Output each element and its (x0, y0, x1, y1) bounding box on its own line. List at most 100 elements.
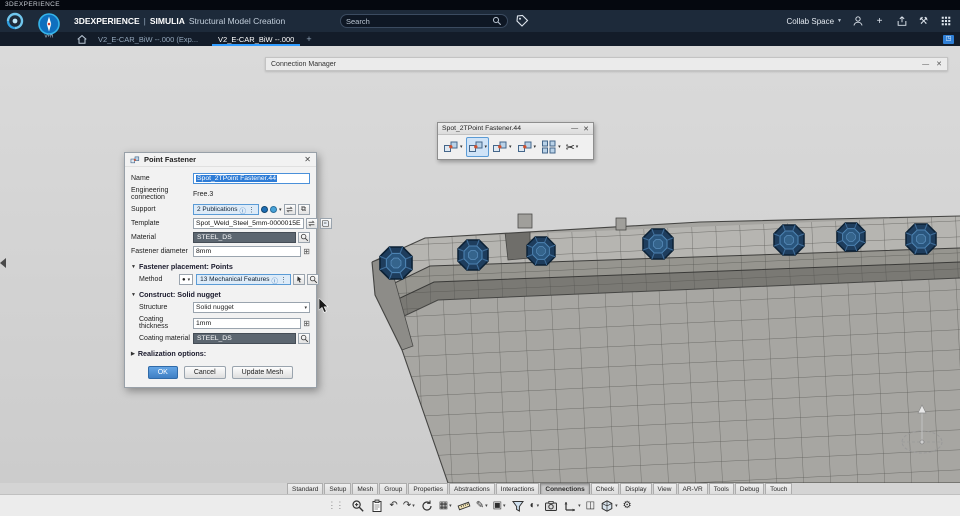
coating-material-chip[interactable]: STEEL_DS (193, 333, 296, 344)
document-tab-inactive[interactable]: V2_E-CAR_BiW --.000 (Exp... (88, 32, 208, 46)
coating-material-search-button[interactable] (298, 333, 310, 344)
zoom-area-icon[interactable] (350, 497, 366, 514)
line-fastener-button[interactable]: ▾ (490, 137, 514, 157)
support-chip[interactable]: 2 Publications ⓘ ⋮ (193, 204, 259, 215)
table-view-icon[interactable]: ▦▾ (438, 497, 453, 514)
annotate-icon[interactable]: ✎▾ (475, 497, 489, 514)
document-tab-active[interactable]: V2_E-CAR_BiW --.000 (208, 32, 304, 46)
tab-display[interactable]: Display (620, 483, 651, 494)
3ds-logo-icon[interactable] (4, 11, 26, 31)
support-swatch-icon[interactable] (261, 206, 268, 213)
tab-mesh[interactable]: Mesh (352, 483, 378, 494)
tab-properties[interactable]: Properties (408, 483, 448, 494)
frame-icon[interactable]: ▣▾ (492, 497, 507, 514)
fastener-point[interactable] (774, 225, 804, 255)
share-icon[interactable] (895, 15, 908, 28)
fastener-point[interactable] (527, 237, 555, 265)
app-grid-icon[interactable] (939, 15, 952, 28)
support-options-button[interactable]: ⧉ (298, 204, 310, 215)
panel-expand-arrow-icon[interactable] (0, 258, 6, 268)
3d-viewport[interactable] (330, 200, 960, 483)
tag-icon[interactable] (515, 14, 529, 28)
fastener-point[interactable] (906, 224, 936, 254)
point-fastener-active-button[interactable]: ▾ (466, 137, 490, 157)
user-avatar-icon[interactable] (851, 15, 864, 28)
render-style-icon[interactable]: ◐▾ (529, 497, 541, 514)
select-pointer-button[interactable] (293, 274, 305, 285)
settings-icon[interactable]: ⚙ (622, 497, 633, 514)
point-fastener-type-button[interactable]: ▾ (441, 137, 465, 157)
more-icon[interactable]: ⋮ (248, 206, 255, 214)
layout-pin-icon[interactable]: ◳ (943, 35, 954, 44)
weld-tab[interactable] (616, 218, 626, 230)
tab-check[interactable]: Check (591, 483, 619, 494)
tab-ar-vr[interactable]: AR-VR (678, 483, 708, 494)
global-search[interactable] (340, 14, 508, 28)
construct-section-header[interactable]: ▼ Construct: Solid nugget (131, 290, 310, 299)
fastener-point[interactable] (458, 240, 488, 270)
formula-icon[interactable]: ⊞ (303, 319, 310, 328)
tab-group[interactable]: Group (379, 483, 407, 494)
fastener-point[interactable] (643, 229, 673, 259)
chevron-down-icon[interactable]: ▾ (279, 207, 282, 213)
dialog-titlebar[interactable]: Point Fastener ✕ (125, 153, 316, 167)
compass-logo-icon[interactable]: V+R (36, 12, 62, 38)
weld-tab[interactable] (518, 214, 532, 228)
method-features-chip[interactable]: 13 Mechanical Features ⓘ ⋮ (196, 274, 291, 285)
home-icon[interactable] (76, 33, 88, 45)
material-search-button[interactable] (298, 232, 310, 243)
tab-view[interactable]: View (653, 483, 677, 494)
fastener-toolbar-titlebar[interactable]: Spot_2TPoint Fastener.44 — ✕ (438, 123, 593, 135)
tab-abstractions[interactable]: Abstractions (449, 483, 495, 494)
toolbar-grip-handle[interactable]: ⋮⋮ (327, 500, 343, 511)
paste-icon[interactable] (369, 497, 385, 514)
support-swatch-icon[interactable] (270, 206, 277, 213)
cancel-button[interactable]: Cancel (184, 366, 226, 379)
method-combo[interactable]: ●▾ (179, 274, 193, 285)
more-icon[interactable]: ⋮ (280, 276, 287, 284)
surface-fastener-button[interactable]: ▾ (515, 137, 539, 157)
publication-graph-button[interactable] (284, 204, 296, 215)
formula-icon[interactable]: ⊞ (303, 247, 310, 256)
info-icon[interactable]: ⓘ (239, 205, 246, 215)
close-icon[interactable]: ✕ (583, 125, 589, 133)
tab-setup[interactable]: Setup (324, 483, 351, 494)
realization-section-header[interactable]: ▶ Realization options: (131, 349, 310, 358)
ok-button[interactable]: OK (148, 366, 178, 379)
section-cut-icon[interactable]: ◫ (585, 497, 596, 514)
diameter-input[interactable]: 8mm (193, 246, 301, 257)
name-input[interactable]: Spot_2TPoint Fastener.44 (193, 173, 310, 184)
structure-select[interactable]: Solid nugget ▾ (193, 302, 310, 313)
fastener-point[interactable] (837, 223, 865, 251)
fastener-group-button[interactable]: ▾ (539, 137, 563, 157)
template-catalog-button[interactable] (320, 218, 332, 229)
coating-thickness-input[interactable]: 1mm (193, 318, 301, 329)
tab-debug[interactable]: Debug (735, 483, 764, 494)
axes-icon[interactable]: ▾ (562, 497, 582, 514)
fastener-point[interactable] (380, 247, 412, 279)
filter-icon[interactable] (510, 497, 526, 514)
model-cube-icon[interactable]: ▾ (599, 497, 619, 514)
material-value-chip[interactable]: STEEL_DS (193, 232, 296, 243)
update-mesh-button[interactable]: Update Mesh (232, 366, 294, 379)
search-icon[interactable] (492, 16, 502, 26)
tab-standard[interactable]: Standard (287, 483, 323, 494)
connection-manager-bar[interactable]: Connection Manager — ✕ (265, 57, 948, 71)
close-icon[interactable]: ✕ (304, 155, 311, 164)
trim-fastener-button[interactable]: ✂▾ (564, 137, 581, 157)
tab-tools[interactable]: Tools (709, 483, 734, 494)
new-tab-button[interactable]: + (306, 34, 311, 44)
template-swap-button[interactable] (306, 218, 318, 229)
close-icon[interactable]: ✕ (936, 60, 942, 68)
template-input[interactable]: Spot_Weld_Steel_5mm-0000015E (193, 218, 304, 229)
collab-space-selector[interactable]: Collab Space ▼ (786, 17, 842, 26)
tab-touch[interactable]: Touch (765, 483, 792, 494)
tools-icon[interactable]: ⚒ (917, 15, 930, 28)
measure-icon[interactable] (456, 497, 472, 514)
redo-icon[interactable]: ↷▾ (402, 497, 416, 514)
info-icon[interactable]: ⓘ (272, 275, 279, 285)
search-features-button[interactable] (307, 274, 319, 285)
placement-section-header[interactable]: ▼ Fastener placement: Points (131, 262, 310, 271)
minimize-icon[interactable]: — (922, 61, 929, 68)
search-input[interactable] (346, 17, 492, 26)
